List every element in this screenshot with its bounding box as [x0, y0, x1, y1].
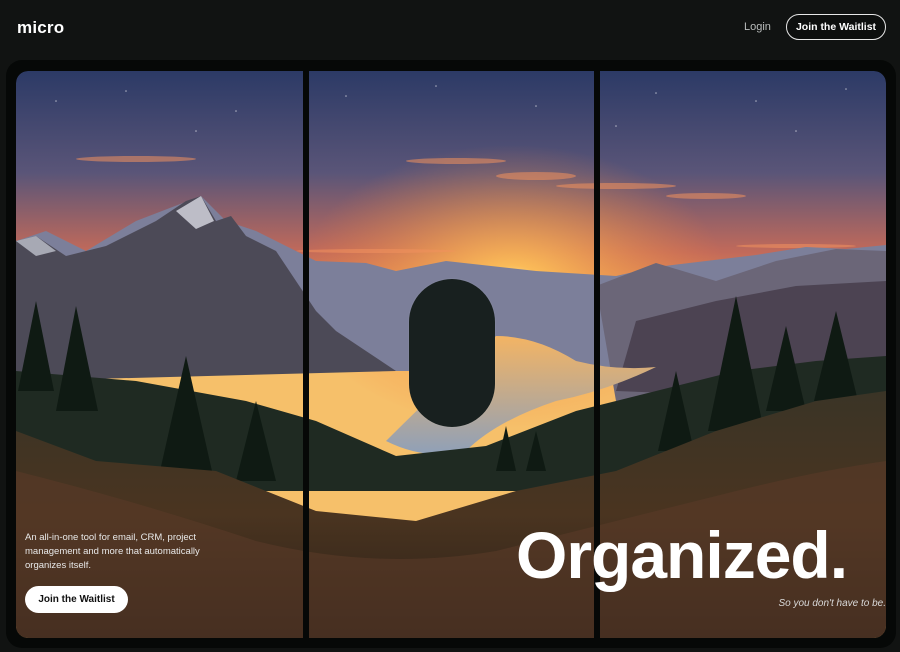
login-link[interactable]: Login [744, 21, 771, 33]
hero-section: An all-in-one tool for email, CRM, proje… [16, 71, 886, 638]
hero-tagline: An all-in-one tool for email, CRM, proje… [25, 532, 200, 571]
panel-divider-1 [303, 71, 309, 638]
join-waitlist-button-header[interactable]: Join the Waitlist [786, 14, 886, 40]
join-waitlist-button-hero[interactable]: Join the Waitlist [25, 586, 128, 613]
hero-headline: Organized. [516, 518, 848, 592]
logo[interactable]: micro [17, 18, 64, 38]
hero-subheadline: So you don't have to be. [778, 598, 886, 609]
center-pill-shape [409, 279, 495, 427]
top-navigation: micro Login Join the Waitlist [0, 0, 900, 56]
